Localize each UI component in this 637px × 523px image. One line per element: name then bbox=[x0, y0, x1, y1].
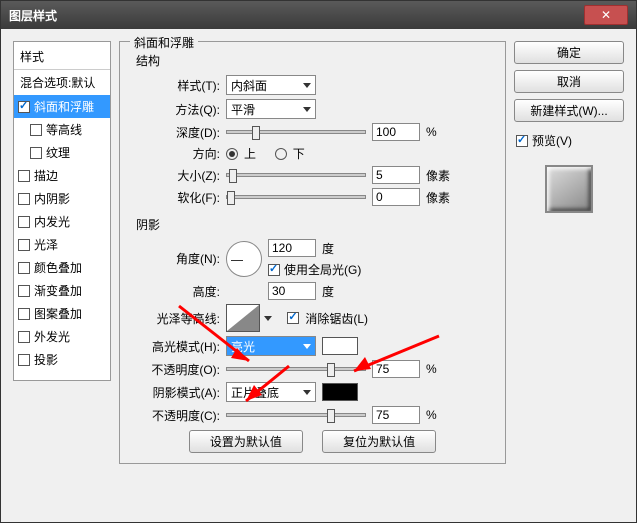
highlight-opacity-slider[interactable] bbox=[226, 367, 366, 371]
outer-glow-checkbox[interactable] bbox=[18, 331, 30, 343]
soften-input[interactable]: 0 bbox=[372, 188, 420, 206]
highlight-mode-select[interactable]: 亮光 bbox=[226, 336, 316, 356]
chevron-down-icon bbox=[303, 83, 311, 88]
soften-slider[interactable] bbox=[226, 195, 366, 199]
shadow-opacity-input[interactable]: 75 bbox=[372, 406, 420, 424]
shadow-opacity-label: 不透明度(C): bbox=[130, 407, 220, 424]
gloss-contour-picker[interactable] bbox=[226, 304, 260, 332]
highlight-opacity-label: 不透明度(O): bbox=[130, 361, 220, 378]
highlight-mode-label: 高光模式(H): bbox=[130, 338, 220, 355]
technique-select[interactable]: 平滑 bbox=[226, 99, 316, 119]
close-button[interactable]: ✕ bbox=[584, 5, 628, 25]
preview-label: 预览(V) bbox=[532, 132, 572, 149]
bevel-group-title: 斜面和浮雕 bbox=[130, 34, 198, 51]
altitude-input[interactable]: 30 bbox=[268, 282, 316, 300]
layer-style-dialog: 图层样式 ✕ 样式 混合选项:默认 斜面和浮雕 等高线 纹理 描边 内阴影 内发… bbox=[0, 0, 637, 523]
direction-up-radio[interactable] bbox=[226, 148, 238, 160]
window-title: 图层样式 bbox=[9, 7, 57, 24]
color-overlay-item[interactable]: 颜色叠加 bbox=[14, 256, 110, 279]
set-default-button[interactable]: 设置为默认值 bbox=[189, 430, 303, 453]
drop-shadow-item[interactable]: 投影 bbox=[14, 348, 110, 371]
styles-list-panel: 样式 混合选项:默认 斜面和浮雕 等高线 纹理 描边 内阴影 内发光 光泽 颜色… bbox=[13, 41, 111, 510]
preview-checkbox[interactable] bbox=[516, 135, 528, 147]
inner-glow-checkbox[interactable] bbox=[18, 216, 30, 228]
altitude-label: 高度: bbox=[130, 283, 220, 300]
shadow-mode-select[interactable]: 正片叠底 bbox=[226, 382, 316, 402]
angle-label: 角度(N): bbox=[130, 250, 220, 267]
global-light-label: 使用全局光(G) bbox=[284, 261, 361, 278]
size-input[interactable]: 5 bbox=[372, 166, 420, 184]
cancel-button[interactable]: 取消 bbox=[514, 70, 624, 93]
direction-label: 方向: bbox=[130, 145, 220, 162]
stroke-item[interactable]: 描边 bbox=[14, 164, 110, 187]
style-label: 样式(T): bbox=[130, 77, 220, 94]
structure-title: 结构 bbox=[136, 52, 495, 69]
texture-item[interactable]: 纹理 bbox=[14, 141, 110, 164]
pattern-overlay-checkbox[interactable] bbox=[18, 308, 30, 320]
bevel-group: 斜面和浮雕 结构 样式(T): 内斜面 方法(Q): 平滑 深度(D): 100… bbox=[119, 41, 506, 464]
angle-dial[interactable] bbox=[226, 241, 262, 277]
gradient-overlay-checkbox[interactable] bbox=[18, 285, 30, 297]
outer-glow-item[interactable]: 外发光 bbox=[14, 325, 110, 348]
chevron-down-icon[interactable] bbox=[264, 316, 272, 321]
settings-panel: 斜面和浮雕 结构 样式(T): 内斜面 方法(Q): 平滑 深度(D): 100… bbox=[119, 41, 506, 510]
antialias-checkbox[interactable] bbox=[287, 312, 299, 324]
satin-checkbox[interactable] bbox=[18, 239, 30, 251]
depth-slider[interactable] bbox=[226, 130, 366, 134]
global-light-checkbox[interactable] bbox=[268, 264, 280, 276]
stroke-checkbox[interactable] bbox=[18, 170, 30, 182]
depth-label: 深度(D): bbox=[130, 124, 220, 141]
titlebar: 图层样式 ✕ bbox=[1, 1, 636, 29]
direction-down-radio[interactable] bbox=[275, 148, 287, 160]
texture-checkbox[interactable] bbox=[30, 147, 42, 159]
contour-checkbox[interactable] bbox=[30, 124, 42, 136]
shading-title: 阴影 bbox=[136, 216, 495, 233]
chevron-down-icon bbox=[303, 107, 311, 112]
satin-item[interactable]: 光泽 bbox=[14, 233, 110, 256]
inner-glow-item[interactable]: 内发光 bbox=[14, 210, 110, 233]
depth-input[interactable]: 100 bbox=[372, 123, 420, 141]
angle-input[interactable]: 120 bbox=[268, 239, 316, 257]
styles-title: 样式 bbox=[14, 44, 110, 70]
shadow-mode-label: 阴影模式(A): bbox=[130, 384, 220, 401]
inner-shadow-item[interactable]: 内阴影 bbox=[14, 187, 110, 210]
color-overlay-checkbox[interactable] bbox=[18, 262, 30, 274]
inner-shadow-checkbox[interactable] bbox=[18, 193, 30, 205]
bevel-emboss-checkbox[interactable] bbox=[18, 101, 30, 113]
new-style-button[interactable]: 新建样式(W)... bbox=[514, 99, 624, 122]
blend-options-item[interactable]: 混合选项:默认 bbox=[14, 70, 110, 95]
soften-label: 软化(F): bbox=[130, 189, 220, 206]
restore-default-button[interactable]: 复位为默认值 bbox=[322, 430, 436, 453]
preview-thumbnail bbox=[545, 165, 593, 213]
chevron-down-icon bbox=[303, 390, 311, 395]
shadow-color-swatch[interactable] bbox=[322, 383, 358, 401]
right-buttons-panel: 确定 取消 新建样式(W)... 预览(V) bbox=[514, 41, 624, 510]
pattern-overlay-item[interactable]: 图案叠加 bbox=[14, 302, 110, 325]
antialias-label: 消除锯齿(L) bbox=[305, 310, 368, 327]
highlight-color-swatch[interactable] bbox=[322, 337, 358, 355]
ok-button[interactable]: 确定 bbox=[514, 41, 624, 64]
chevron-down-icon bbox=[303, 344, 311, 349]
technique-label: 方法(Q): bbox=[130, 101, 220, 118]
size-label: 大小(Z): bbox=[130, 167, 220, 184]
highlight-opacity-input[interactable]: 75 bbox=[372, 360, 420, 378]
drop-shadow-checkbox[interactable] bbox=[18, 354, 30, 366]
shadow-opacity-slider[interactable] bbox=[226, 413, 366, 417]
style-select[interactable]: 内斜面 bbox=[226, 75, 316, 95]
gloss-contour-label: 光泽等高线: bbox=[130, 310, 220, 327]
gradient-overlay-item[interactable]: 渐变叠加 bbox=[14, 279, 110, 302]
size-slider[interactable] bbox=[226, 173, 366, 177]
contour-item[interactable]: 等高线 bbox=[14, 118, 110, 141]
bevel-emboss-item[interactable]: 斜面和浮雕 bbox=[14, 95, 110, 118]
